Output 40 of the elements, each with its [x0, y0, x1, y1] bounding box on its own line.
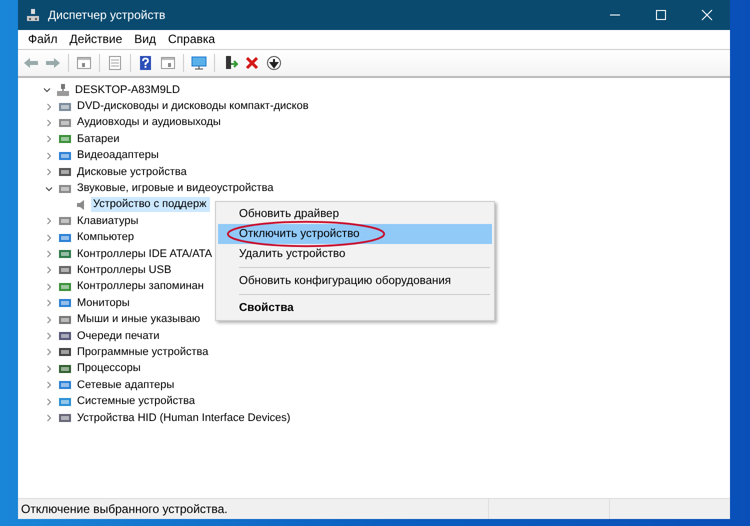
tree-item[interactable]: DVD-дисководы и дисководы компакт-дисков: [75, 99, 311, 114]
tree-item[interactable]: Контроллеры IDE ATA/ATA: [75, 246, 214, 262]
tree-item[interactable]: Системные устройства: [75, 394, 198, 410]
menu-item[interactable]: Вид: [128, 32, 162, 46]
tree-item[interactable]: Контроллеры запоминан: [75, 279, 206, 294]
panel-icon[interactable]: [159, 54, 177, 72]
menu-item[interactable]: Удалить устройство: [218, 244, 492, 264]
tree-item[interactable]: Видеоадаптеры: [75, 148, 161, 164]
tree-item[interactable]: Контроллеры USB: [75, 262, 174, 278]
tree-item[interactable]: Мыши и иные указываю: [75, 312, 202, 328]
tree-item[interactable]: Устройства HID (Human Interface Devices): [75, 410, 292, 426]
tree-item[interactable]: Клавиатуры: [75, 214, 140, 229]
computer-icon: [56, 83, 70, 98]
menu-item[interactable]: Справка: [162, 32, 222, 46]
device-icon: [58, 411, 72, 425]
tree-item[interactable]: Звуковые, игровые и видеоустройства: [75, 181, 276, 196]
download-icon[interactable]: [265, 54, 283, 72]
tree-item[interactable]: Дисковые устройства: [75, 164, 189, 180]
tree-item[interactable]: Батареи: [75, 132, 122, 147]
tree-item[interactable]: DESKTOP-A83M9LD: [73, 82, 182, 98]
list-icon[interactable]: [106, 54, 124, 72]
status-text: Отключение выбранного устройства.: [20, 502, 229, 516]
menu-item[interactable]: Обновить драйвер: [218, 204, 492, 224]
tree-item[interactable]: Мониторы: [75, 296, 132, 311]
menu-item[interactable]: Файл: [22, 32, 64, 46]
menu-item[interactable]: Обновить конфигурацию оборудования: [218, 271, 492, 291]
delete-icon[interactable]: [243, 54, 261, 72]
panel-icon[interactable]: [75, 54, 93, 72]
monitor-icon[interactable]: [190, 54, 208, 72]
menu-item[interactable]: Действие: [64, 32, 128, 46]
tree-item[interactable]: Процессоры: [75, 361, 143, 376]
tree-item[interactable]: Очереди печати: [75, 328, 162, 344]
window-title: Диспетчер устройств: [48, 8, 166, 22]
tree-item[interactable]: Устройство с поддерж: [91, 197, 210, 212]
tree-item[interactable]: Сетевые адаптеры: [75, 378, 176, 393]
tree-item[interactable]: Программные устройства: [75, 344, 210, 360]
tree-item[interactable]: Компьютер: [75, 230, 136, 246]
menu-item[interactable]: Свойства: [218, 298, 492, 318]
device-manager-icon: [26, 8, 40, 22]
tree-item[interactable]: Аудиовходы и аудиовыходы: [75, 115, 223, 130]
